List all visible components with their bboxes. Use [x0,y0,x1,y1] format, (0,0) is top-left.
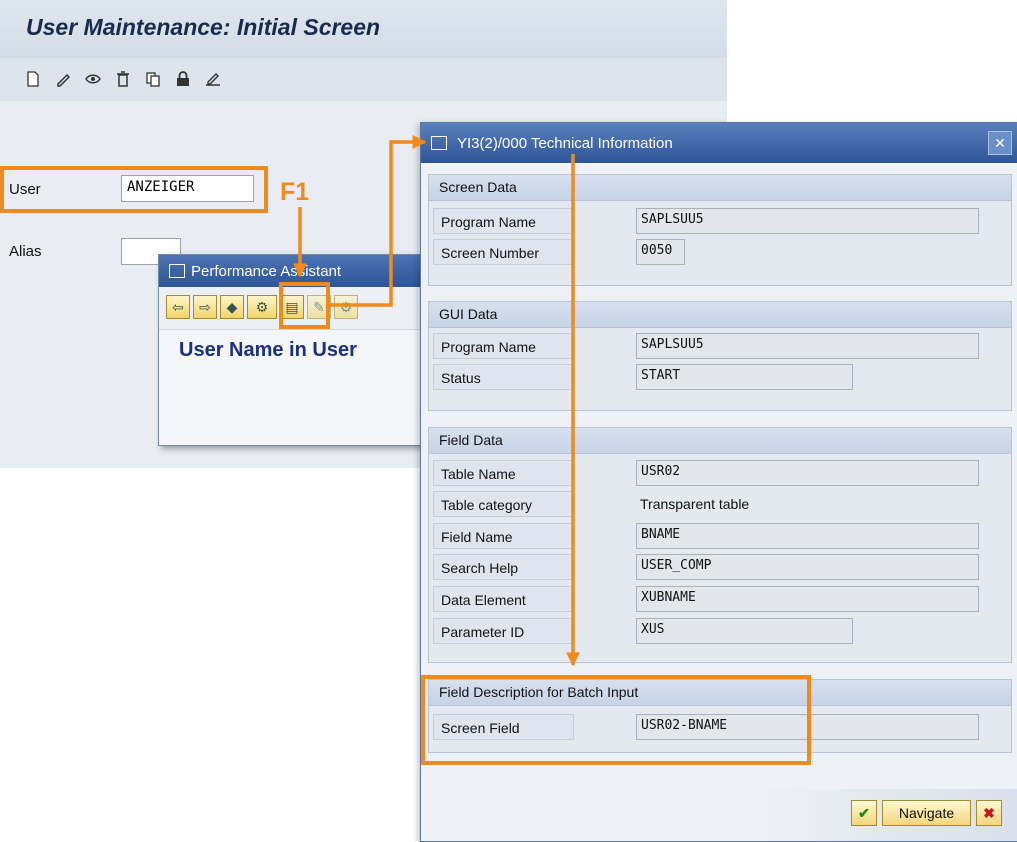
lock-icon[interactable] [172,68,194,90]
search-help-field[interactable]: USER_COMP [636,554,979,580]
user-field-highlight [0,166,268,213]
delete-icon[interactable] [112,68,134,90]
back-arrow-icon[interactable]: ⇦ [166,295,190,319]
table-category-value: Transparent table [640,496,750,512]
gui-data-group: GUI Data Program Name SAPLSUU5 Status ST… [428,301,1012,411]
edit-icon[interactable] [202,68,224,90]
program-name-label: Program Name [433,333,574,359]
confirm-check-icon[interactable]: ✔ [851,800,877,826]
gui-program-name-row: Program Name SAPLSUU5 [433,333,1007,359]
table-name-label: Table Name [433,460,574,486]
status-field[interactable]: START [636,364,853,390]
settings-icon[interactable]: ⚙ [334,295,358,319]
program-name-label: Program Name [433,208,574,234]
application-toolbar [0,58,727,102]
f1-key-annotation: F1 [280,178,310,206]
tech-titlebar: YI3(2)/000 Technical Information ✕ [421,123,1017,163]
program-name-row: Program Name SAPLSUU5 [433,208,1007,234]
perf-heading: User Name in User [179,339,357,361]
table-category-label: Table category [433,491,574,517]
change-icon[interactable] [52,68,74,90]
status-row: Status START [433,364,1007,390]
create-icon[interactable] [22,68,44,90]
tech-title: YI3(2)/000 Technical Information [457,134,673,152]
field-name-field[interactable]: BNAME [636,523,979,549]
program-name-field[interactable]: SAPLSUU5 [636,208,979,234]
screen-number-field[interactable]: 0050 [636,239,685,265]
navigate-button[interactable]: Navigate [882,800,971,826]
perf-title: Performance Assistant [191,262,342,280]
table-name-row: Table Name USR02 [433,460,1007,486]
window-icon [169,264,185,278]
copy-icon[interactable] [142,68,164,90]
forward-arrow-icon[interactable]: ⇨ [193,295,217,319]
parameter-id-label: Parameter ID [433,618,574,644]
close-icon[interactable]: ✕ [988,131,1012,155]
technical-info-icon[interactable]: ⚙ [247,295,277,319]
table-category-row: Table category Transparent table [433,491,1007,517]
group-heading: Field Data [429,428,1011,454]
screen-number-row: Screen Number 0050 [433,239,1007,265]
table-name-field[interactable]: USR02 [636,460,979,486]
group-heading: Screen Data [429,175,1011,201]
cancel-x-icon[interactable]: ✖ [976,800,1002,826]
search-help-label: Search Help [433,554,574,580]
book-icon[interactable]: ◆ [220,295,244,319]
dialog-footer: ✔ Navigate ✖ [421,789,1017,841]
field-data-group: Field Data Table Name USR02 Table catego… [428,427,1012,663]
search-help-row: Search Help USER_COMP [433,554,1007,580]
group-heading: GUI Data [429,302,1011,328]
screen-number-label: Screen Number [433,239,574,265]
data-element-label: Data Element [433,586,574,612]
technical-info-highlight [279,282,330,329]
parameter-id-field[interactable]: XUS [636,618,853,644]
status-label: Status [433,364,574,390]
gui-program-name-field[interactable]: SAPLSUU5 [636,333,979,359]
field-name-label: Field Name [433,523,574,549]
alias-label: Alias [9,243,42,260]
batch-input-highlight [421,675,811,765]
window-icon [431,136,447,150]
field-name-row: Field Name BNAME [433,523,1007,549]
display-icon[interactable] [82,68,104,90]
parameter-id-row: Parameter ID XUS [433,618,1007,644]
data-element-field[interactable]: XUBNAME [636,586,979,612]
title-bar: User Maintenance: Initial Screen [0,0,727,58]
data-element-row: Data Element XUBNAME [433,586,1007,612]
screen-data-group: Screen Data Program Name SAPLSUU5 Screen… [428,174,1012,286]
page-title: User Maintenance: Initial Screen [26,14,381,40]
